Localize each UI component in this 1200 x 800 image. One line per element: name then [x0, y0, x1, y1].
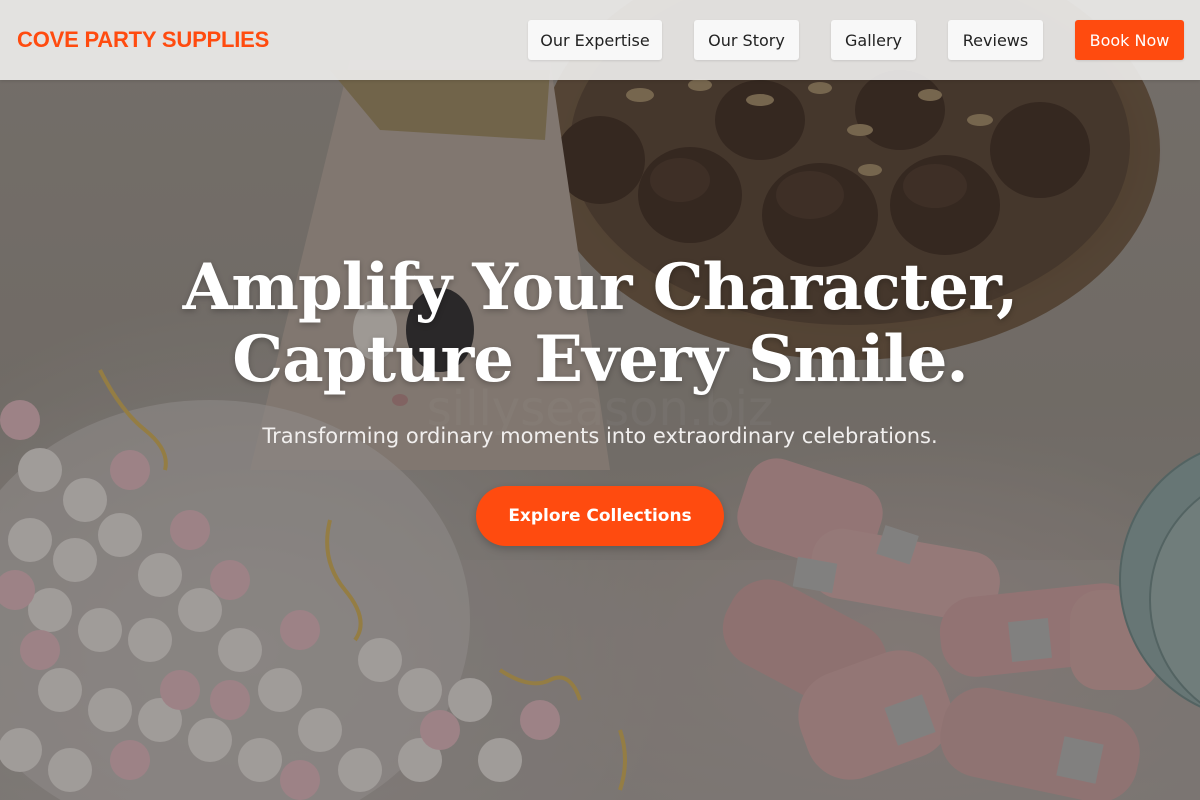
hero-dark-overlay [0, 0, 1200, 800]
hero-subheadline: Transforming ordinary moments into extra… [262, 424, 938, 448]
nav-item-our-story[interactable]: Our Story [694, 20, 799, 60]
hero-headline-line-1: Amplify Your Character, [182, 250, 1019, 325]
nav-item-gallery[interactable]: Gallery [831, 20, 916, 60]
hero-headline-line-2: Capture Every Smile. [232, 322, 968, 397]
book-now-button[interactable]: Book Now [1075, 20, 1184, 60]
hero-background-image: sillyseason.biz [0, 0, 1200, 800]
nav-item-reviews[interactable]: Reviews [948, 20, 1043, 60]
hero-headline: Amplify Your Character, Capture Every Sm… [0, 252, 1200, 396]
brand-logo-text[interactable]: COVE PARTY SUPPLIES [17, 27, 269, 53]
explore-collections-button[interactable]: Explore Collections [476, 486, 724, 546]
nav-item-our-expertise[interactable]: Our Expertise [528, 20, 662, 60]
top-navigation-bar: COVE PARTY SUPPLIES Our Expertise Our St… [0, 0, 1200, 80]
